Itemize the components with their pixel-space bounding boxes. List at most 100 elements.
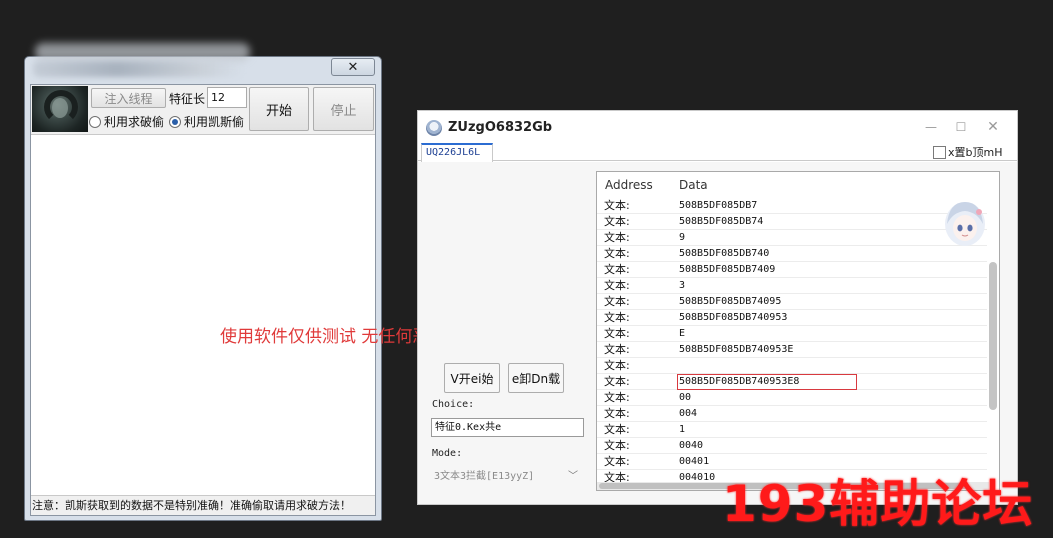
list-header: Address Data (597, 172, 999, 194)
radio-kais-label: 利用凯斯偷 (184, 115, 245, 129)
row-address: 文本: (604, 279, 630, 292)
row-data: 508B5DF085DB740953E8 (676, 374, 858, 390)
minimize-button[interactable]: — (918, 117, 944, 137)
row-data: 3 (679, 280, 686, 291)
data-list[interactable]: Address Data 文本: 508B5DF085DB7 文本: 508B5DF0… (596, 171, 1000, 491)
row-data: 508B5DF085DB7 (679, 200, 758, 211)
control-panel: V开ei始 e卸Dn载 Choice: 特征0.Kex共e Mode: 3文本3… (418, 162, 594, 504)
avatar-face (52, 98, 68, 118)
interceptor-window: ZUzgO6832Gb — ☐ ✕ UQ226JL6L x置b顶mH V开ei始… (417, 110, 1018, 505)
chevron-down-icon: ﹀ (568, 471, 578, 482)
maximize-icon: ☐ (955, 120, 967, 134)
unload-button[interactable]: e卸Dn载 (508, 363, 564, 393)
table-row[interactable]: 文本: 00 (597, 390, 987, 406)
row-address: 文本: (604, 343, 630, 356)
table-row[interactable]: 文本: 508B5DF085DB740953E (597, 342, 987, 358)
row-data: 1 (679, 424, 686, 435)
avatar (32, 86, 88, 132)
tab-strip: UQ226JL6L x置b顶mH (418, 143, 1017, 162)
mode-label: Mode: (432, 448, 463, 459)
row-data: 00401 (679, 456, 710, 467)
radio-kais-dot[interactable] (169, 115, 181, 128)
row-address: 文本: (604, 247, 630, 260)
row-address: 文本: (604, 231, 630, 244)
row-address: 文本: (604, 391, 630, 404)
row-address: 文本: (604, 327, 630, 340)
row-address: 文本: (604, 375, 630, 388)
stop-button[interactable]: 停止 (313, 87, 374, 131)
radio-kais-method[interactable]: 利用凯斯偷 (169, 113, 244, 130)
forum-watermark: 193辅助论坛 (722, 475, 1034, 533)
row-address: 文本: (604, 199, 630, 212)
row-data: 508B5DF085DB74095 (679, 296, 782, 307)
row-data: 508B5DF085DB740953 (679, 312, 788, 323)
row-data: 004 (679, 408, 698, 419)
radio-crack-method[interactable]: 利用求破偷 (89, 113, 164, 130)
status-bar: 注意：凯斯获取到的数据不是特别准确！准确偷取请用求破方法！ (31, 495, 375, 515)
always-on-top-checkbox[interactable]: x置b顶mH (933, 144, 1002, 160)
table-row[interactable]: 文本: E (597, 326, 987, 342)
table-row[interactable]: 文本: 508B5DF085DB7 (597, 198, 987, 214)
close-button[interactable]: ✕ (980, 117, 1006, 137)
choice-input[interactable]: 特征0.Kex共e (431, 418, 584, 437)
row-data: 508B5DF085DB740953E (679, 344, 794, 355)
row-address: 文本: (604, 263, 630, 276)
table-row[interactable]: 文本: 0040 (597, 438, 987, 454)
row-data: 9 (679, 232, 686, 243)
injector-window: ✕ 注入线程 特征长 开始 停止 利用求破偷 利用凯斯偷 注意：凯斯获取到的数据… (24, 43, 382, 521)
table-row[interactable]: 文本: 9 (597, 230, 987, 246)
table-row[interactable]: 文本: 508B5DF085DB74095 (597, 294, 987, 310)
feature-length-input[interactable] (207, 87, 247, 108)
interceptor-body: V开ei始 e卸Dn载 Choice: 特征0.Kex共e Mode: 3文本3… (418, 162, 1017, 504)
list-rows: 文本: 508B5DF085DB7 文本: 508B5DF085DB74 文本: 9 文本:… (597, 198, 987, 486)
vertical-scrollbar[interactable] (989, 194, 997, 484)
table-row[interactable]: 文本: 508B5DF085DB740953E8 (597, 374, 987, 390)
row-data: 0040 (679, 440, 704, 451)
injector-titlebar[interactable]: ✕ (25, 43, 381, 81)
row-data: 508B5DF085DB740 (679, 248, 770, 259)
window-title: ZUzgO6832Gb (448, 120, 553, 135)
feature-length-label: 特征长 (169, 92, 206, 106)
disclaimer-text: 使用软件仅供测试 无任何恶意 (220, 327, 447, 347)
row-address: 文本: (604, 359, 630, 372)
close-icon: ✕ (347, 59, 359, 75)
inject-thread-button[interactable]: 注入线程 (91, 88, 166, 108)
table-row[interactable]: 文本: 004 (597, 406, 987, 422)
row-data: E (679, 328, 686, 339)
radio-crack-label: 利用求破偷 (104, 115, 165, 129)
row-address: 文本: (604, 215, 630, 228)
start-button[interactable]: 开始 (249, 87, 309, 131)
app-icon (426, 120, 442, 136)
mode-select-value: 3文本3拦截[E13yyZ] (434, 471, 535, 482)
table-row[interactable]: 文本: 508B5DF085DB740953 (597, 310, 987, 326)
radio-crack-dot[interactable] (89, 115, 101, 128)
close-button[interactable]: ✕ (331, 58, 375, 76)
always-on-top-label: x置b顶mH (948, 146, 1003, 159)
injector-toolbar: 注入线程 特征长 开始 停止 利用求破偷 利用凯斯偷 (31, 85, 375, 135)
interceptor-titlebar[interactable]: ZUzgO6832Gb — ☐ ✕ (418, 111, 1017, 143)
table-row[interactable]: 文本: 508B5DF085DB74 (597, 214, 987, 230)
mascot-image (945, 202, 985, 246)
row-address: 文本: (604, 311, 630, 324)
row-data: 508B5DF085DB74 (679, 216, 764, 227)
injector-client-area: 注入线程 特征长 开始 停止 利用求破偷 利用凯斯偷 注意：凯斯获取到的数据不是… (30, 84, 376, 516)
tab-main[interactable]: UQ226JL6L (421, 143, 493, 162)
minimize-icon: — (925, 120, 937, 134)
mode-select[interactable]: 3文本3拦截[E13yyZ] ﹀ (431, 467, 584, 487)
blurred-window-title (33, 61, 243, 77)
start-intercept-button[interactable]: V开ei始 (444, 363, 500, 393)
row-address: 文本: (604, 423, 630, 436)
checkbox-box[interactable] (933, 145, 946, 159)
table-row[interactable]: 文本: (597, 358, 987, 374)
row-data: 00 (679, 392, 692, 403)
choice-label: Choice: (432, 399, 475, 410)
table-row[interactable]: 文本: 508B5DF085DB740 (597, 246, 987, 262)
column-header-address[interactable]: Address (605, 178, 653, 192)
column-header-data[interactable]: Data (679, 178, 708, 192)
maximize-button[interactable]: ☐ (948, 117, 974, 137)
blurred-title-region (35, 43, 250, 61)
table-row[interactable]: 文本: 3 (597, 278, 987, 294)
table-row[interactable]: 文本: 1 (597, 422, 987, 438)
table-row[interactable]: 文本: 508B5DF085DB7409 (597, 262, 987, 278)
scrollbar-thumb[interactable] (989, 262, 997, 410)
